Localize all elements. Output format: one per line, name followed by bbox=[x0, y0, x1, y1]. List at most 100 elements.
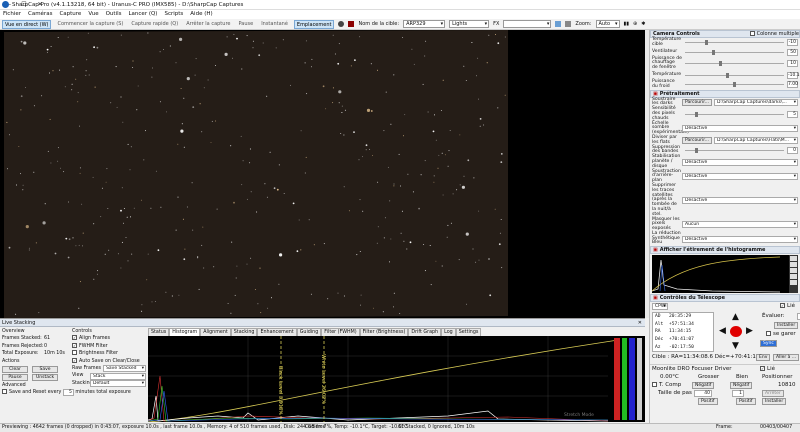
preprocessing-select[interactable]: Désactivé bbox=[682, 235, 798, 243]
target-icon[interactable]: ⊕ bbox=[633, 21, 637, 27]
tab-filter-brightness[interactable]: Filter (Brightness) bbox=[359, 328, 409, 336]
park-checkbox[interactable] bbox=[766, 331, 771, 337]
control-value[interactable]: -10.1 bbox=[787, 71, 800, 79]
control-slider[interactable] bbox=[685, 72, 784, 78]
stop-mount-button[interactable] bbox=[730, 326, 742, 338]
save-reset-checkbox[interactable] bbox=[2, 389, 7, 395]
tab-drift-graph[interactable]: Drift Graph bbox=[408, 328, 442, 336]
menu-view[interactable]: Vue bbox=[88, 10, 98, 19]
tab-stacking[interactable]: Stacking bbox=[230, 328, 258, 336]
file-path-field[interactable]: D:\SharpCap Captures\Flats\M... bbox=[713, 137, 798, 145]
menu-file[interactable]: Fichier bbox=[3, 10, 21, 19]
preprocessing-slider[interactable] bbox=[685, 111, 784, 117]
fullscreen-icon[interactable] bbox=[565, 21, 572, 27]
control-value[interactable]: 10 bbox=[787, 60, 798, 68]
tab-filter-fwhm[interactable]: Filter (FWHM) bbox=[321, 328, 360, 336]
color-icon[interactable] bbox=[348, 21, 355, 27]
brightness-filter-checkbox[interactable] bbox=[72, 350, 77, 356]
target-name-input[interactable]: ARP329 bbox=[403, 20, 446, 28]
tab-alignment[interactable]: Alignment bbox=[200, 328, 231, 336]
start-capture-button[interactable]: Commencer la capture (S) bbox=[55, 20, 125, 29]
focuser-install-button[interactable]: Installer bbox=[762, 398, 787, 406]
temp-comp-checkbox[interactable] bbox=[652, 382, 657, 388]
grid-icon[interactable] bbox=[555, 21, 562, 27]
preprocessing-select[interactable]: Désactivé bbox=[682, 197, 798, 205]
histogram-stretch-header[interactable]: ▣ Afficher l'étirement de l'histogramme bbox=[650, 246, 800, 255]
frame-type-select[interactable]: Lights bbox=[449, 20, 490, 28]
east-arrow-icon[interactable]: ▶ bbox=[746, 326, 753, 336]
live-view-button[interactable]: Vue en direct (W) bbox=[2, 19, 52, 29]
preprocessing-value[interactable]: 0 bbox=[787, 146, 798, 154]
stacking-select[interactable]: Default bbox=[90, 380, 146, 388]
settings-icon[interactable]: ✱ bbox=[641, 21, 645, 27]
control-slider[interactable] bbox=[685, 82, 784, 88]
focuser-stop-button[interactable]: Arrêter bbox=[762, 390, 784, 398]
control-slider[interactable] bbox=[685, 61, 784, 67]
env-button[interactable]: Env bbox=[756, 354, 771, 362]
zoom-select[interactable]: Auto bbox=[595, 20, 620, 28]
preprocessing-select[interactable]: Désactivé bbox=[682, 173, 798, 181]
browse-button[interactable]: Parcourir... bbox=[682, 98, 712, 106]
west-arrow-icon[interactable]: ◀ bbox=[719, 326, 726, 336]
view-select[interactable]: Stack bbox=[90, 372, 146, 380]
tab-settings[interactable]: Settings bbox=[455, 328, 482, 336]
menu-scripts[interactable]: Scripts bbox=[164, 10, 183, 19]
menu-capture[interactable]: Capture bbox=[59, 10, 81, 19]
sync-button[interactable]: Sync bbox=[760, 340, 777, 348]
tab-log[interactable]: Log bbox=[441, 328, 456, 336]
histogram-stretch-graph[interactable] bbox=[651, 255, 798, 294]
install-button[interactable]: Installer bbox=[774, 322, 799, 330]
camera-image-viewer[interactable] bbox=[0, 30, 645, 318]
save-button[interactable]: Save bbox=[32, 366, 58, 374]
control-slider[interactable] bbox=[685, 40, 784, 46]
coarse-negative-button[interactable]: Négatif bbox=[692, 382, 715, 390]
stack-histogram[interactable]: Black Level 3.918% White Level 26.02% St… bbox=[147, 336, 645, 423]
menu-tools[interactable]: Outils bbox=[106, 10, 122, 19]
fine-step-input[interactable]: 1 bbox=[732, 390, 744, 398]
fine-positive-button[interactable]: Positif bbox=[736, 398, 756, 406]
menu-run[interactable]: Lancer (Q) bbox=[128, 10, 157, 19]
coarse-positive-button[interactable]: Positif bbox=[698, 398, 718, 406]
multi-column-checkbox[interactable] bbox=[749, 31, 755, 36]
tab-guiding[interactable]: Guiding bbox=[296, 328, 322, 336]
mount-select[interactable]: CPWI bbox=[652, 303, 668, 311]
menu-cameras[interactable]: Caméras bbox=[28, 10, 52, 19]
focuser-connected-checkbox[interactable]: ✓ bbox=[760, 366, 765, 372]
location-button[interactable]: Emplacement bbox=[293, 19, 335, 29]
histogram-icon[interactable]: ▮▮ bbox=[624, 21, 630, 27]
pause-stack-button[interactable]: Pause bbox=[2, 374, 28, 382]
unstack-button[interactable]: Unstack bbox=[32, 374, 58, 382]
control-value[interactable]: 50 bbox=[787, 48, 798, 56]
control-value[interactable]: -10 bbox=[787, 39, 798, 47]
autosave-checkbox[interactable]: ✓ bbox=[72, 357, 77, 363]
rapid-capture-button[interactable]: Capture rapide (Q) bbox=[129, 20, 180, 29]
align-frames-checkbox[interactable]: ✓ bbox=[72, 335, 77, 341]
preprocessing-select[interactable]: Désactivé bbox=[682, 125, 798, 133]
south-arrow-icon[interactable]: ▼ bbox=[732, 341, 739, 351]
file-path-field[interactable]: D:\SharpCap Captures\darks\... bbox=[713, 98, 798, 106]
control-slider[interactable] bbox=[685, 49, 784, 55]
preprocessing-select[interactable]: Désactivé bbox=[682, 158, 798, 166]
pause-button[interactable]: Pause bbox=[236, 20, 255, 29]
close-panel-icon[interactable]: ✕ bbox=[638, 319, 642, 327]
raw-frames-select[interactable]: Save Stacked bbox=[103, 365, 146, 373]
mount-connected-checkbox[interactable]: ✓ bbox=[780, 303, 785, 309]
menu-help[interactable]: Aide (H) bbox=[190, 10, 212, 19]
tab-status[interactable]: Status bbox=[148, 328, 170, 336]
goto-button[interactable]: Aller à ... bbox=[773, 354, 800, 362]
fwhm-filter-checkbox[interactable]: ✓ bbox=[72, 342, 77, 348]
control-value[interactable]: 7.00 bbox=[787, 81, 798, 89]
record-icon[interactable] bbox=[338, 21, 345, 27]
stop-capture-button[interactable]: Arrêter la capture bbox=[184, 20, 232, 29]
preprocessing-value[interactable]: 5 bbox=[787, 110, 798, 118]
tab-histogram[interactable]: Histogram bbox=[169, 328, 201, 336]
channel-sliders[interactable] bbox=[614, 338, 642, 420]
telescope-controls-header[interactable]: ▣ Contrôles du Télescope bbox=[650, 294, 800, 303]
fine-negative-button[interactable]: Négatif bbox=[730, 382, 753, 390]
tab-enhancement[interactable]: Enhancement bbox=[257, 328, 297, 336]
browse-button[interactable]: Parcourir... bbox=[682, 137, 712, 145]
clear-button[interactable]: Clear bbox=[2, 366, 28, 374]
preprocessing-select[interactable]: Aucun bbox=[682, 221, 798, 229]
coarse-step-input[interactable]: 40 bbox=[694, 390, 712, 398]
preprocessing-slider[interactable] bbox=[685, 147, 784, 153]
